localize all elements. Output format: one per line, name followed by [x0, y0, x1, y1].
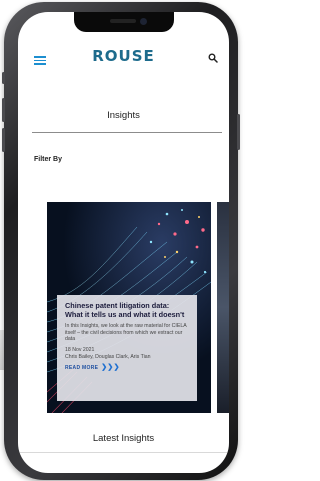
section-divider — [18, 452, 229, 453]
next-insight-card[interactable] — [217, 202, 229, 413]
power-button — [237, 114, 240, 150]
phone-screen: ROUSE Insights Filter By Chinese patent … — [18, 12, 229, 473]
read-more-label: READ MORE — [65, 365, 99, 372]
site-header: ROUSE — [18, 32, 229, 72]
card-text-panel: Chinese patent litigation data: What it … — [57, 295, 197, 401]
arrow-right-icon: ❯❯❯ — [101, 364, 120, 372]
filter-by-toggle[interactable]: Filter By — [34, 156, 62, 163]
search-icon[interactable] — [208, 53, 218, 63]
card-meta: 18 Nov 2021 Chris Bailey, Douglas Clark,… — [65, 347, 189, 360]
title-divider — [32, 132, 222, 133]
phone-frame: ROUSE Insights Filter By Chinese patent … — [2, 2, 240, 480]
logo[interactable]: ROUSE — [18, 47, 229, 65]
mute-switch — [2, 72, 5, 84]
card-authors: Chris Bailey, Douglas Clark, Aris Tian — [65, 353, 151, 360]
card-description: In this Insights, we look at the raw mat… — [65, 323, 187, 343]
speaker — [110, 19, 136, 23]
camera — [140, 18, 147, 25]
card-title[interactable]: Chinese patent litigation data: What it … — [65, 301, 189, 319]
notch — [74, 12, 174, 32]
page-title: Insights — [107, 110, 140, 121]
read-more-link[interactable]: READ MORE ❯❯❯ — [65, 363, 189, 371]
latest-insights-heading: Latest Insights — [92, 433, 155, 444]
volume-down-button — [2, 128, 5, 152]
volume-up-button — [2, 98, 5, 122]
insight-card[interactable]: Chinese patent litigation data: What it … — [47, 202, 211, 413]
card-date: 18 Nov 2021 — [65, 346, 95, 353]
